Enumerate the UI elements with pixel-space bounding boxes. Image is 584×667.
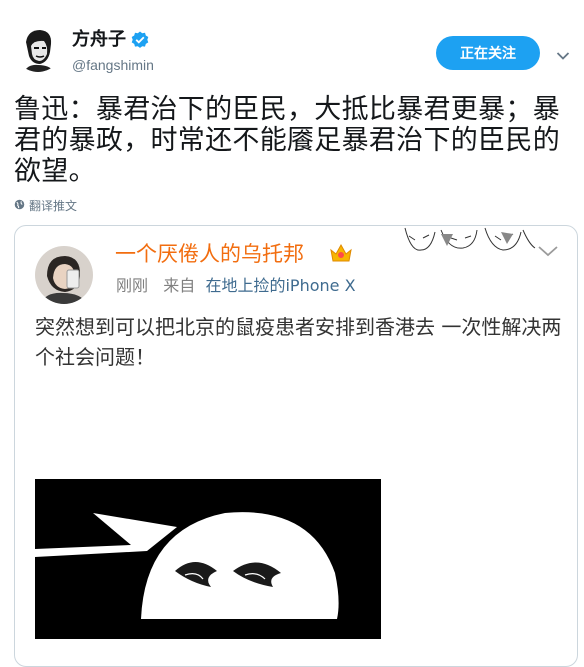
author-name[interactable]: 方舟子 (72, 29, 126, 51)
embedded-media-card[interactable]: 一个厌倦人的乌托邦 刚刚 来自 在地上捡的iPhone X 突然想到可以把北京的… (14, 225, 578, 667)
weibo-post-text: 突然想到可以把北京的鼠疫患者安排到香港去 一次性解决两个社会问题！ (35, 315, 562, 369)
chevron-down-icon (537, 242, 559, 257)
meme-image (35, 479, 381, 639)
globe-icon (14, 199, 25, 213)
post-source: 在地上捡的iPhone X (205, 276, 356, 295)
weibo-post-meta: 刚刚 来自 在地上捡的iPhone X (116, 276, 356, 296)
author-handle[interactable]: @fangshimin (72, 56, 154, 74)
translate-tweet-link[interactable]: 翻译推文 (14, 197, 77, 214)
from-label: 来自 (163, 276, 196, 295)
weibo-user-avatar (35, 246, 93, 304)
post-time: 刚刚 (116, 276, 149, 295)
tweet-text: 鲁迅：暴君治下的臣民，大抵比暴君更暴；暴君的暴政，时常还不能餍足暴君治下的臣民的… (14, 94, 560, 187)
verified-badge-icon (131, 31, 149, 49)
following-button[interactable]: 正在关注 (436, 36, 540, 70)
translate-label: 翻译推文 (29, 199, 78, 213)
chevron-down-icon[interactable] (556, 46, 570, 60)
author-avatar[interactable] (14, 24, 62, 72)
weibo-user-name: 一个厌倦人的乌托邦 (115, 242, 304, 266)
anime-card-decoration (401, 226, 537, 254)
vip-crown-icon (329, 242, 353, 264)
